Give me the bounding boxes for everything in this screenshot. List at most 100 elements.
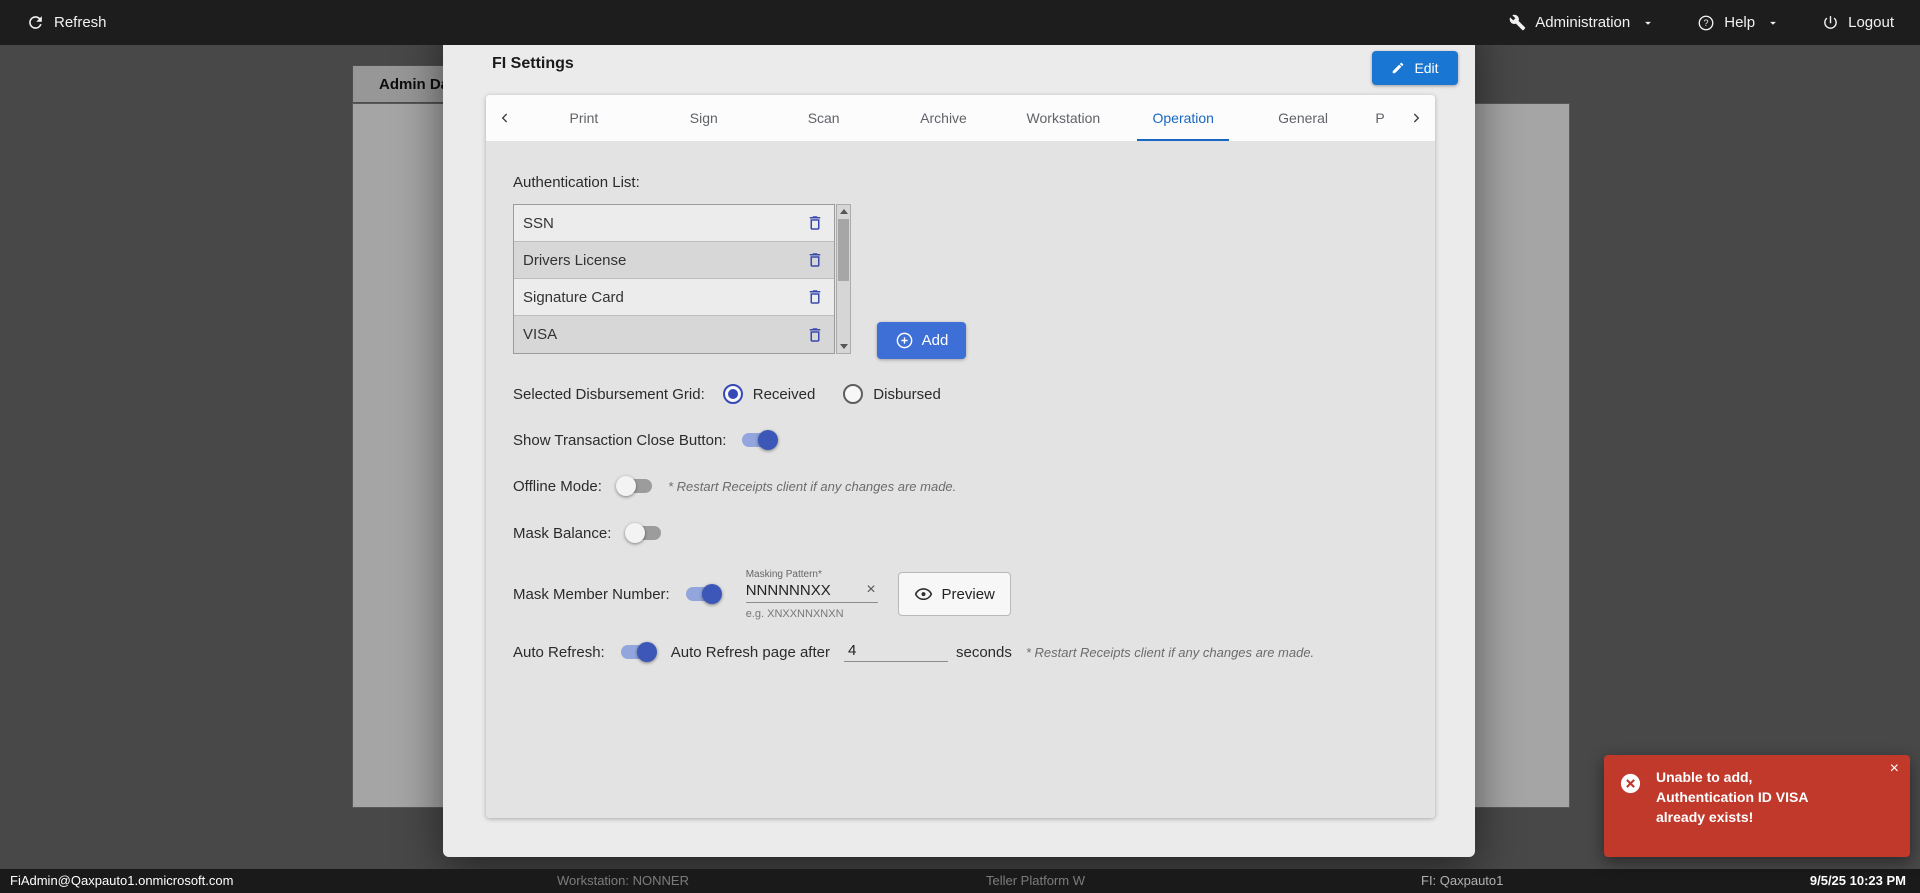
tools-icon	[1509, 14, 1526, 31]
toast-line: already exists!	[1656, 808, 1754, 825]
mask-balance-toggle[interactable]	[625, 523, 663, 543]
tab-overflow[interactable]: P	[1363, 95, 1397, 141]
status-platform: Teller Platform W	[986, 873, 1085, 888]
received-label: Received	[752, 385, 816, 403]
chevron-down-icon	[1766, 16, 1780, 30]
add-button[interactable]: Add	[877, 322, 966, 359]
tabs-scroll-left-button[interactable]	[486, 95, 524, 141]
tab-sign[interactable]: Sign	[644, 95, 764, 141]
list-item[interactable]: Signature Card	[514, 279, 834, 316]
administration-label: Administration	[1535, 14, 1631, 31]
tab-print[interactable]: Print	[524, 95, 644, 141]
disbursement-row: Selected Disbursement Grid: Received Dis…	[513, 379, 941, 409]
auth-item-label: SSN	[523, 214, 554, 232]
help-label: Help	[1724, 14, 1756, 31]
mask-member-toggle[interactable]	[684, 584, 722, 604]
tabs-scroll-right-button[interactable]	[1397, 95, 1435, 141]
error-toast: Unable to add, Authentication ID VISA al…	[1604, 755, 1910, 857]
list-item[interactable]: VISA	[514, 316, 834, 353]
masking-pattern-field: Masking Pattern* × e.g. XNXXNNXNXN	[745, 568, 878, 620]
masking-pattern-input[interactable]	[745, 581, 846, 599]
received-radio[interactable]	[722, 384, 743, 404]
disbursed-label: Disbursed	[873, 385, 941, 403]
list-scrollbar[interactable]	[836, 204, 851, 354]
close-icon[interactable]: ×	[1890, 760, 1899, 778]
offline-mode-label: Offline Mode:	[513, 477, 602, 495]
restart-note: * Restart Receipts client if any changes…	[1025, 644, 1315, 660]
masking-pattern-hint: e.g. XNXXNNXNXN	[745, 607, 844, 620]
show-close-row: Show Transaction Close Button:	[513, 425, 779, 455]
chevron-down-icon	[1641, 16, 1655, 30]
settings-tabstrip: Print Sign Scan Archive Workstation Oper…	[486, 95, 1435, 142]
fi-settings-dialog: FI Settings Edit Print Sign Scan Archive…	[443, 15, 1475, 857]
restart-note: * Restart Receipts client if any changes…	[667, 478, 957, 494]
auto-refresh-label: Auto Refresh:	[513, 643, 605, 661]
clear-icon[interactable]: ×	[864, 582, 877, 598]
disbursed-radio[interactable]	[843, 384, 864, 404]
authentication-list: SSN Drivers License Signature Card VISA	[513, 204, 835, 354]
delete-auth-item-button[interactable]	[802, 247, 828, 273]
refresh-icon	[26, 13, 45, 32]
auto-refresh-seconds-input[interactable]	[843, 642, 948, 662]
tab-scan[interactable]: Scan	[764, 95, 884, 141]
auth-item-label: Signature Card	[523, 288, 624, 306]
status-bar: FiAdmin@Qaxpauto1.onmicrosoft.com Workst…	[0, 869, 1920, 893]
help-icon: ?	[1697, 14, 1715, 32]
tab-operation[interactable]: Operation	[1123, 95, 1243, 141]
scroll-up-button[interactable]	[837, 205, 850, 218]
status-fi: FI: Qaxpauto1	[1421, 873, 1504, 888]
edit-label: Edit	[1414, 60, 1439, 76]
refresh-button[interactable]: Refresh	[26, 13, 107, 32]
tab-workstation[interactable]: Workstation	[1003, 95, 1123, 141]
scrollbar-thumb[interactable]	[838, 219, 849, 281]
disbursement-label: Selected Disbursement Grid:	[513, 385, 705, 403]
delete-auth-item-button[interactable]	[802, 322, 828, 348]
top-bar-right: Administration ? Help Logout	[1509, 14, 1894, 32]
show-close-label: Show Transaction Close Button:	[513, 431, 727, 449]
auto-refresh-suffix: seconds	[955, 643, 1012, 661]
delete-auth-item-button[interactable]	[802, 210, 828, 236]
settings-card: Print Sign Scan Archive Workstation Oper…	[486, 95, 1435, 818]
auth-item-label: VISA	[523, 326, 558, 343]
status-user: FiAdmin@Qaxpauto1.onmicrosoft.com	[10, 873, 234, 888]
preview-label: Preview	[941, 585, 995, 603]
add-label: Add	[921, 332, 949, 349]
scroll-down-button[interactable]	[837, 340, 850, 353]
tabs: Print Sign Scan Archive Workstation Oper…	[524, 95, 1397, 141]
auto-refresh-prefix: Auto Refresh page after	[670, 643, 830, 661]
pencil-icon	[1391, 61, 1405, 75]
refresh-label: Refresh	[54, 14, 107, 31]
auto-refresh-toggle[interactable]	[619, 642, 657, 662]
mask-member-label: Mask Member Number:	[513, 585, 670, 603]
toast-message: Unable to add, Authentication ID VISA al…	[1656, 768, 1808, 828]
mask-balance-row: Mask Balance:	[513, 518, 663, 548]
logout-label: Logout	[1848, 14, 1894, 31]
masking-pattern-label: Masking Pattern*	[745, 568, 822, 580]
status-timestamp: 9/5/25 10:23 PM	[1809, 873, 1906, 888]
administration-menu[interactable]: Administration	[1509, 14, 1655, 31]
auto-refresh-row: Auto Refresh: Auto Refresh page after se…	[513, 637, 1314, 667]
status-workstation: Workstation: NONNER	[557, 873, 689, 888]
toast-line: Unable to add,	[1656, 769, 1753, 785]
toast-line: Authentication ID VISA	[1656, 788, 1809, 805]
eye-icon	[914, 585, 933, 604]
offline-mode-row: Offline Mode: * Restart Receipts client …	[513, 471, 956, 501]
tab-archive[interactable]: Archive	[884, 95, 1004, 141]
list-item[interactable]: Drivers License	[514, 242, 834, 279]
operation-tab-content: Authentication List: SSN Drivers License…	[486, 142, 1435, 818]
logout-button[interactable]: Logout	[1822, 14, 1894, 31]
svg-text:?: ?	[1704, 18, 1709, 28]
power-icon	[1822, 14, 1839, 31]
edit-button[interactable]: Edit	[1372, 51, 1458, 85]
mask-balance-label: Mask Balance:	[513, 524, 612, 542]
authentication-list-label: Authentication List:	[513, 174, 640, 191]
auth-item-label: Drivers License	[523, 251, 627, 269]
mask-member-row: Mask Member Number: Masking Pattern* × e…	[513, 566, 1011, 622]
list-item[interactable]: SSN	[514, 205, 834, 242]
delete-auth-item-button[interactable]	[802, 284, 828, 310]
offline-mode-toggle[interactable]	[615, 476, 654, 496]
preview-button[interactable]: Preview	[897, 572, 1011, 616]
help-menu[interactable]: ? Help	[1697, 14, 1780, 32]
tab-general[interactable]: General	[1243, 95, 1363, 141]
show-close-toggle[interactable]	[740, 430, 779, 450]
